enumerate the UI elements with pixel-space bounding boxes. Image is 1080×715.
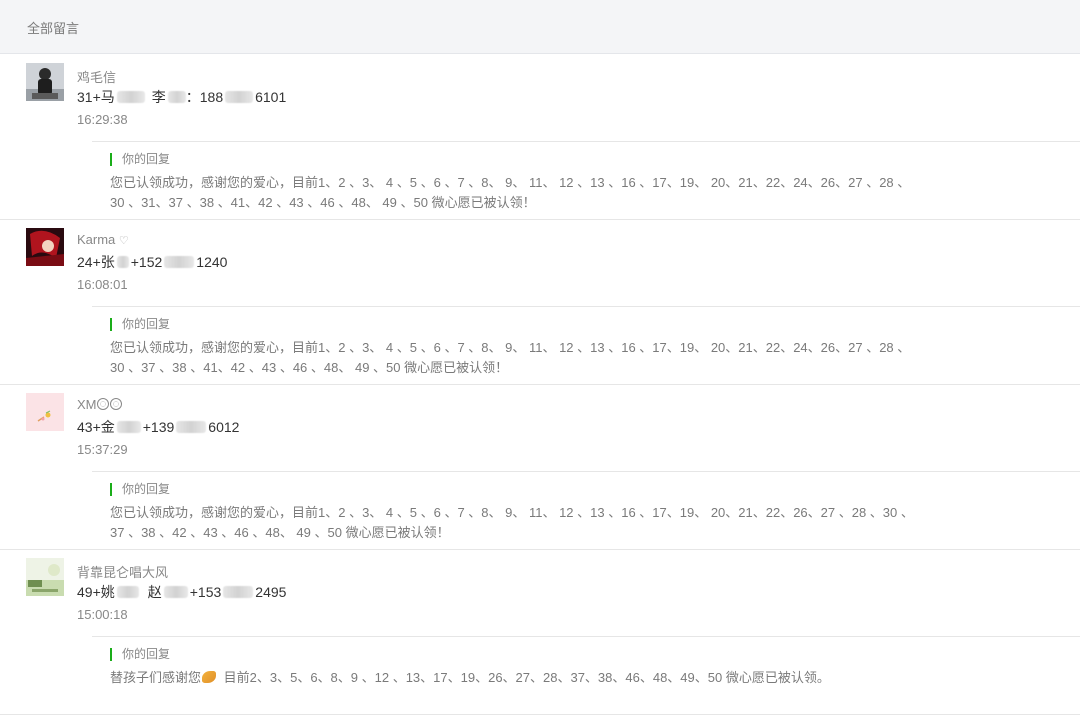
redacted-text — [116, 586, 139, 598]
reply-label: 你的回复 — [110, 318, 170, 331]
emoji-icon — [96, 398, 109, 410]
comment-time: 15:00:18 — [77, 607, 128, 622]
redacted-text — [223, 586, 254, 598]
comment-item: XM 43+金 +139 6012 15:37:29 你的回复 您已认领成功，感谢您… — [0, 385, 1080, 550]
redacted-text — [163, 586, 188, 598]
comments-title: 全部留言 — [27, 21, 80, 36]
praying-hands-icon — [202, 671, 217, 683]
reply-block: 你的回复 您已认领成功，感谢您的爱心，目前1、2 、3、 4 、5 、6 、7 … — [92, 306, 1080, 385]
avatar[interactable] — [26, 558, 64, 596]
reply-label: 你的回复 — [110, 153, 170, 166]
reply-label: 你的回复 — [110, 483, 170, 496]
comment-item: 背靠昆仑唱大风 49+姚赵 +153 2495 15:00:18 你的回复 替孩子们… — [0, 550, 1080, 715]
comment-content: 31+马李：188 6101 — [77, 89, 287, 105]
nickname: 背靠昆仑唱大风 — [77, 565, 169, 580]
redacted-text — [116, 421, 141, 433]
comment-content: 24+张 +152 1240 — [77, 254, 228, 270]
reply-block: 你的回复 您已认领成功，感谢您的爱心，目前1、2 、3、 4 、5 、6 、7 … — [92, 471, 1080, 550]
heart-icon: ♡ — [118, 235, 129, 247]
redacted-text — [176, 421, 207, 433]
reply-text: 替孩子们感谢您 目前2、3、5、6、8、9 、12 、13、17、19、26、2… — [110, 670, 830, 685]
comment-content: 49+姚赵 +153 2495 — [77, 584, 287, 600]
avatar[interactable] — [26, 63, 64, 101]
nickname: Karma ♡ — [77, 232, 129, 247]
redacted-text — [167, 91, 186, 103]
redacted-text — [116, 91, 145, 103]
nickname: XM — [77, 397, 123, 412]
redacted-text — [164, 256, 195, 268]
reply-text: 您已认领成功，感谢您的爱心，目前1、2 、3、 4 、5 、6 、7 、8、 9… — [110, 175, 911, 210]
redacted-text — [225, 91, 254, 103]
reply-text: 您已认领成功，感谢您的爱心，目前1、2 、3、 4 、5 、6 、7 、8、 9… — [110, 340, 911, 375]
comment-time: 16:08:01 — [77, 277, 128, 292]
comment-item: 鸡毛信 31+马李：188 6101 16:29:38 你的回复 您已认领成功，感… — [0, 55, 1080, 220]
nickname: 鸡毛信 — [77, 70, 117, 85]
reply-block: 你的回复 替孩子们感谢您 目前2、3、5、6、8、9 、12 、13、17、19… — [92, 636, 1080, 715]
comment-time: 16:29:38 — [77, 112, 128, 127]
avatar[interactable] — [26, 393, 64, 431]
comments-header: 全部留言 — [0, 0, 1080, 54]
reply-text: 您已认领成功，感谢您的爱心，目前1、2 、3、 4 、5 、6 、7 、8、 9… — [110, 505, 914, 540]
redacted-text — [116, 256, 129, 268]
emoji-icon — [109, 398, 122, 410]
reply-label: 你的回复 — [110, 648, 170, 661]
comment-content: 43+金 +139 6012 — [77, 419, 240, 435]
comment-item: Karma ♡ 24+张 +152 1240 16:08:01 你的回复 您已认领成… — [0, 220, 1080, 385]
avatar[interactable] — [26, 228, 64, 266]
reply-block: 你的回复 您已认领成功，感谢您的爱心，目前1、2 、3、 4 、5 、6 、7 … — [92, 141, 1080, 220]
comment-time: 15:37:29 — [77, 442, 128, 457]
